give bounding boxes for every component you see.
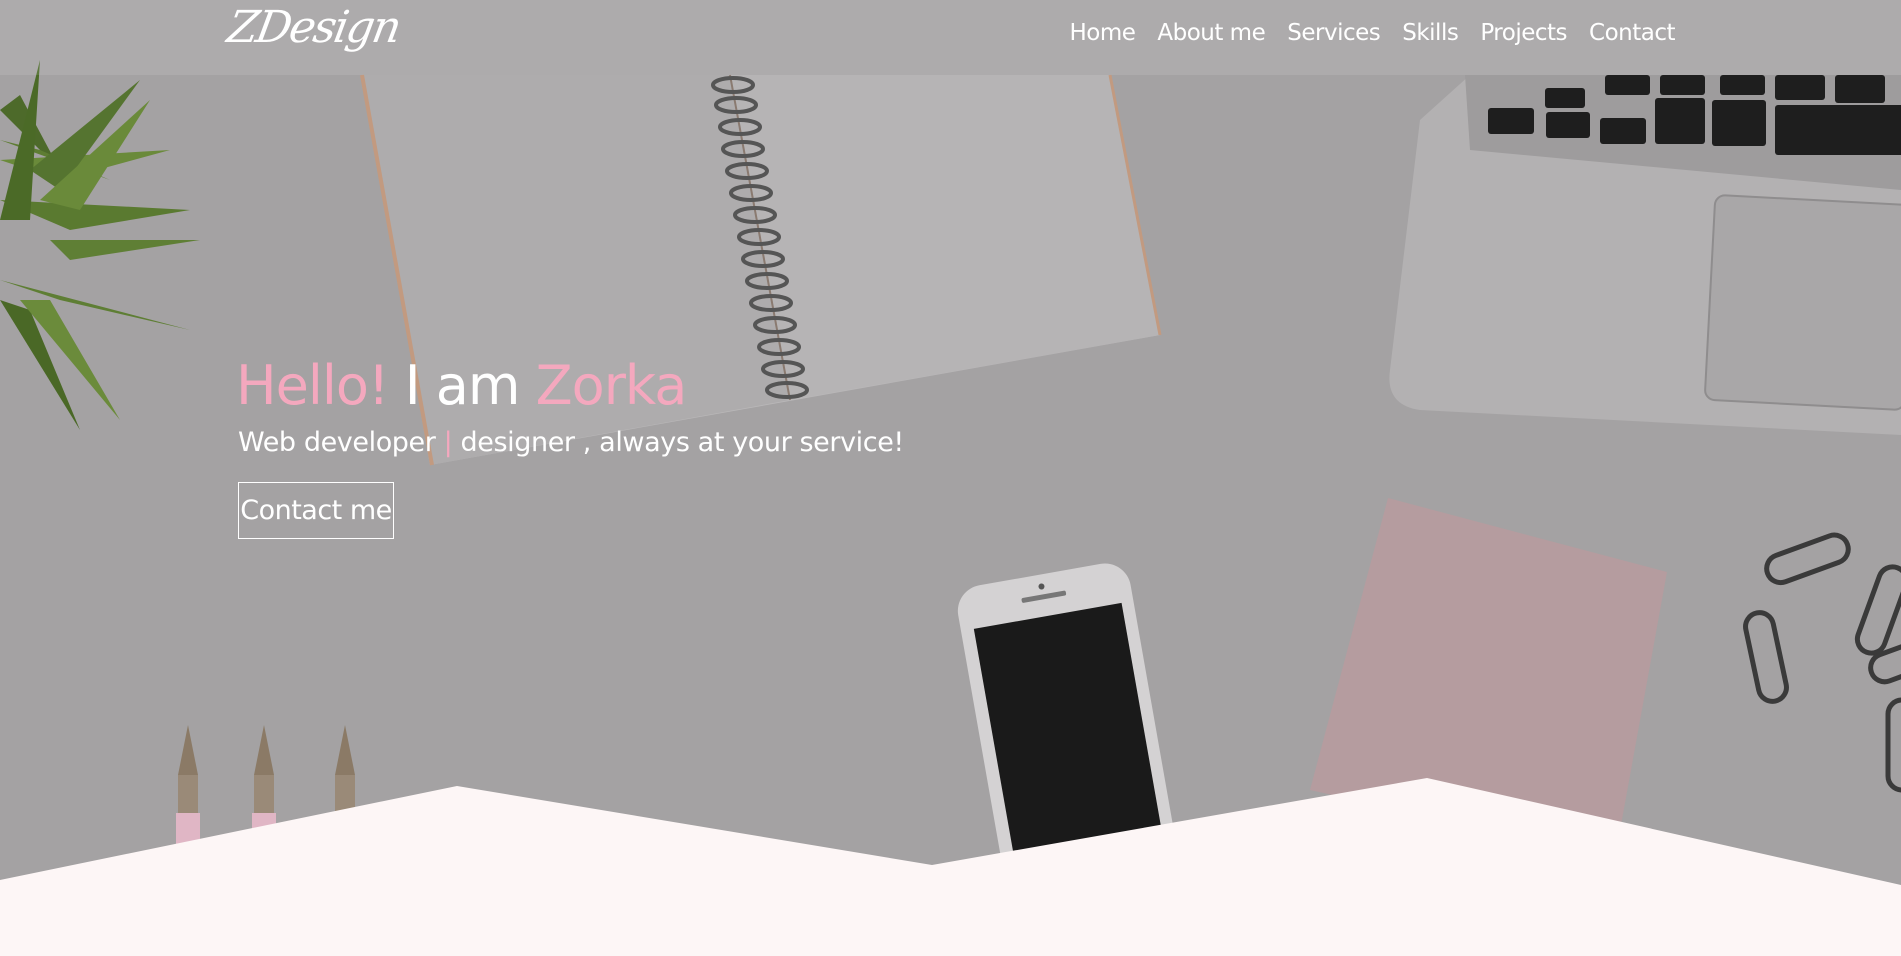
plant-image	[0, 60, 200, 430]
brand-logo[interactable]: ZDesign	[224, 2, 404, 53]
navbar: ZDesign Home About me Services Skills Pr…	[0, 0, 1901, 75]
nav-link-about-me[interactable]: About me	[1157, 20, 1265, 46]
nav-link-services[interactable]: Services	[1287, 20, 1381, 46]
hero-subtitle-tagline: designer , always at your service!	[460, 427, 905, 458]
hero-name: Zorka	[535, 354, 688, 417]
paper-clips-image	[1743, 532, 1901, 793]
hero-greeting: Hello!	[236, 354, 390, 417]
nav-link-contact[interactable]: Contact	[1589, 20, 1675, 46]
contact-me-button[interactable]: Contact me	[238, 482, 394, 539]
hero-headline: Hello! I am Zorka	[236, 354, 688, 417]
hero-subtitle-separator: |	[443, 427, 453, 458]
hero-i-am: I am	[404, 354, 521, 417]
laptop-image	[1389, 75, 1901, 435]
nav-menu: Home About me Services Skills Projects C…	[1069, 20, 1675, 46]
nav-link-home[interactable]: Home	[1069, 20, 1135, 46]
hero-subtitle: Web developer | designer , always at you…	[238, 427, 904, 458]
nav-link-projects[interactable]: Projects	[1480, 20, 1567, 46]
hero-subtitle-role: Web developer	[238, 427, 436, 458]
section-divider-shape	[0, 778, 1901, 956]
nav-link-skills[interactable]: Skills	[1402, 20, 1459, 46]
hero-section: ZDesign Home About me Services Skills Pr…	[0, 0, 1901, 956]
